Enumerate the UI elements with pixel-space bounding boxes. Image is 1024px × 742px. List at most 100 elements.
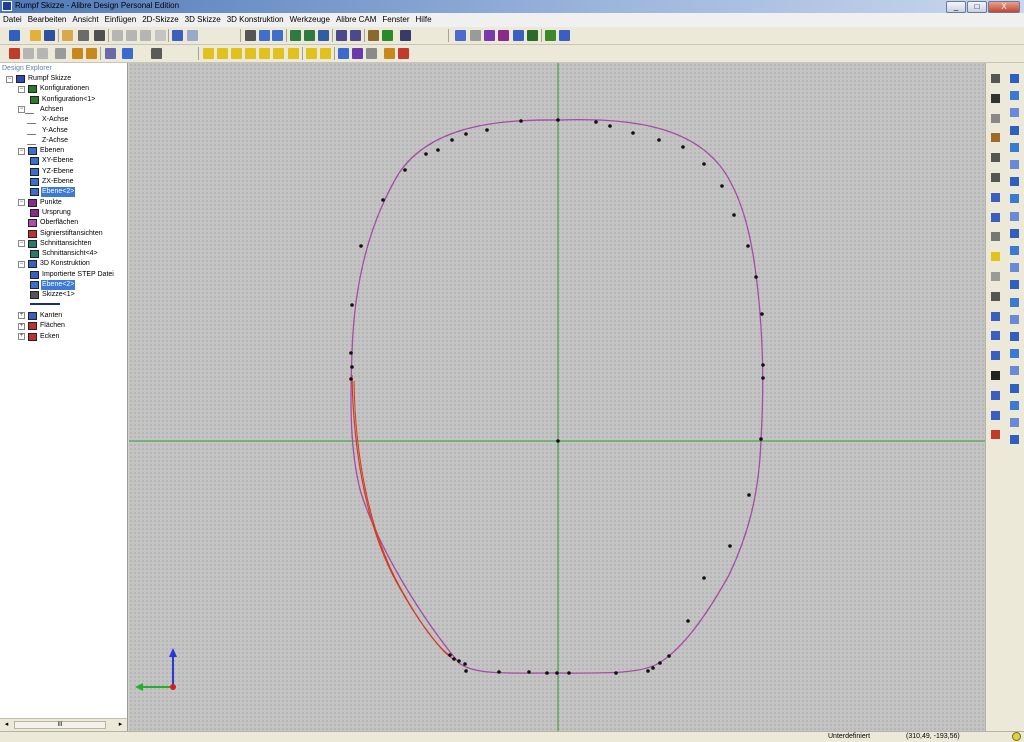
close-button[interactable]: X (988, 1, 1020, 13)
render-icon[interactable] (400, 30, 411, 41)
tree-expander-icon[interactable]: − (18, 147, 25, 155)
tree-node[interactable]: Konfiguration<1> (30, 95, 96, 105)
tree-expander-icon[interactable]: − (18, 106, 25, 114)
new-icon[interactable] (9, 30, 20, 41)
check-sketch-icon[interactable] (545, 30, 556, 41)
misc-icon[interactable] (1010, 435, 1019, 445)
undo-icon[interactable] (172, 30, 183, 41)
hide-icon[interactable] (55, 48, 66, 59)
sheet-icon[interactable] (1010, 332, 1019, 341)
view-right-icon[interactable] (245, 48, 256, 59)
tree-expander-icon[interactable]: − (18, 199, 25, 207)
tree-node[interactable]: Oberflächen (18, 218, 79, 228)
chart-icon[interactable] (338, 48, 349, 59)
tree-node[interactable]: Ebene<2> (30, 187, 76, 198)
pan-view-icon[interactable] (382, 30, 393, 41)
node-icon[interactable] (991, 252, 1000, 262)
rotate-view-icon[interactable] (368, 30, 379, 41)
fix-tool-icon[interactable] (527, 30, 538, 41)
analysis-icon[interactable] (352, 48, 363, 59)
circle-icon[interactable] (991, 173, 1000, 182)
tree-expander-icon[interactable]: + (18, 322, 25, 330)
dim-icon[interactable] (991, 390, 1000, 400)
dimension-icon[interactable] (72, 48, 83, 59)
cut-icon[interactable] (1010, 91, 1019, 101)
tree-expander-icon[interactable]: − (18, 85, 25, 93)
minimize-button[interactable]: _ (946, 1, 966, 13)
sketch-plane-icon[interactable] (455, 30, 466, 41)
open-icon[interactable] (62, 30, 73, 41)
points-tool-icon[interactable] (484, 30, 495, 41)
sketch-canvas[interactable] (129, 63, 985, 731)
view-front-icon[interactable] (203, 48, 214, 59)
menu-einfuegen[interactable]: Einfügen (102, 13, 140, 27)
view-bottom-icon[interactable] (273, 48, 284, 59)
tree-node[interactable]: X-Achse (26, 115, 69, 125)
save-icon[interactable] (44, 30, 55, 41)
ellipse-icon[interactable] (991, 232, 1000, 242)
delete-icon[interactable] (155, 30, 166, 41)
light-icon[interactable] (366, 48, 377, 59)
tree-node[interactable]: Y-Achse (26, 126, 69, 136)
menu-fenster[interactable]: Fenster (379, 13, 412, 27)
tree-node[interactable]: − Schnittansichten (18, 239, 92, 249)
display-mode-icon[interactable] (105, 48, 116, 59)
chamfer-icon[interactable] (1010, 211, 1019, 221)
zoom-out-icon[interactable] (304, 30, 315, 41)
draft-icon[interactable] (1010, 177, 1019, 187)
tree-expander-icon[interactable]: + (18, 333, 25, 340)
feature-pattern-icon[interactable] (1010, 263, 1019, 273)
zoom-in-icon[interactable] (290, 30, 301, 41)
constraint-tool-icon[interactable] (498, 30, 509, 41)
tree-node[interactable]: YZ-Ebene (30, 167, 75, 177)
snap-icon[interactable] (23, 48, 34, 59)
blend-icon[interactable] (1010, 228, 1019, 238)
rib-icon[interactable] (1010, 280, 1019, 290)
line-icon[interactable] (991, 153, 1000, 163)
copy-icon[interactable] (126, 30, 137, 41)
ruler-icon[interactable] (1010, 418, 1019, 427)
shaded-icon[interactable] (122, 48, 133, 59)
mirror-icon[interactable] (991, 291, 1000, 301)
dimension-mode-icon[interactable] (86, 48, 97, 59)
paste-icon[interactable] (140, 30, 151, 41)
sculpt-icon[interactable] (1010, 383, 1019, 393)
revolve-icon[interactable] (1010, 108, 1019, 118)
hole-icon[interactable] (991, 410, 1000, 420)
view-custom-icon[interactable] (320, 48, 331, 59)
zoom-fit-icon[interactable] (318, 30, 329, 41)
text-icon[interactable] (991, 371, 1000, 380)
import-icon[interactable] (991, 430, 1000, 440)
pattern-icon[interactable] (991, 331, 1000, 341)
tree-expander-icon[interactable]: − (18, 240, 25, 248)
select-arrow-icon[interactable] (245, 30, 256, 41)
print-icon[interactable] (94, 30, 105, 41)
tree-expander-icon[interactable]: − (6, 75, 13, 83)
maximize-button[interactable]: □ (967, 1, 987, 13)
solid-icon[interactable] (1010, 349, 1019, 359)
tree-node[interactable]: Importierte STEP Datei (30, 270, 115, 280)
menu-werkzeuge[interactable]: Werkzeuge (287, 13, 333, 27)
tree-node[interactable]: − Ebenen (18, 146, 65, 156)
lasso-select-icon[interactable] (272, 30, 283, 41)
tree-node[interactable]: ZX-Ebene (30, 177, 75, 187)
offset-icon[interactable] (991, 272, 1000, 281)
grid-icon[interactable] (37, 48, 48, 59)
menu-ansicht[interactable]: Ansicht (69, 13, 101, 27)
lip-icon[interactable] (1010, 297, 1019, 307)
view-normal-icon[interactable] (306, 48, 317, 59)
tree-node[interactable]: − Konfigurationen (18, 84, 90, 94)
constraint-display-icon[interactable] (9, 48, 20, 59)
pen-icon[interactable] (991, 113, 1000, 123)
menu-3d-konstruktion[interactable]: 3D Konstruktion (224, 13, 287, 27)
list-tool-icon[interactable] (513, 30, 524, 41)
tree-node[interactable]: Ursprung (30, 208, 72, 218)
scroll-thumb[interactable]: III (14, 721, 106, 729)
tree-node[interactable]: + Flächen (18, 321, 66, 331)
arc-icon[interactable] (991, 192, 1000, 202)
box-select-icon[interactable] (259, 30, 270, 41)
next-view-icon[interactable] (350, 30, 361, 41)
thread-icon[interactable] (1010, 194, 1019, 204)
view-isometric-icon[interactable] (288, 48, 299, 59)
wireframe-icon[interactable] (151, 48, 162, 59)
